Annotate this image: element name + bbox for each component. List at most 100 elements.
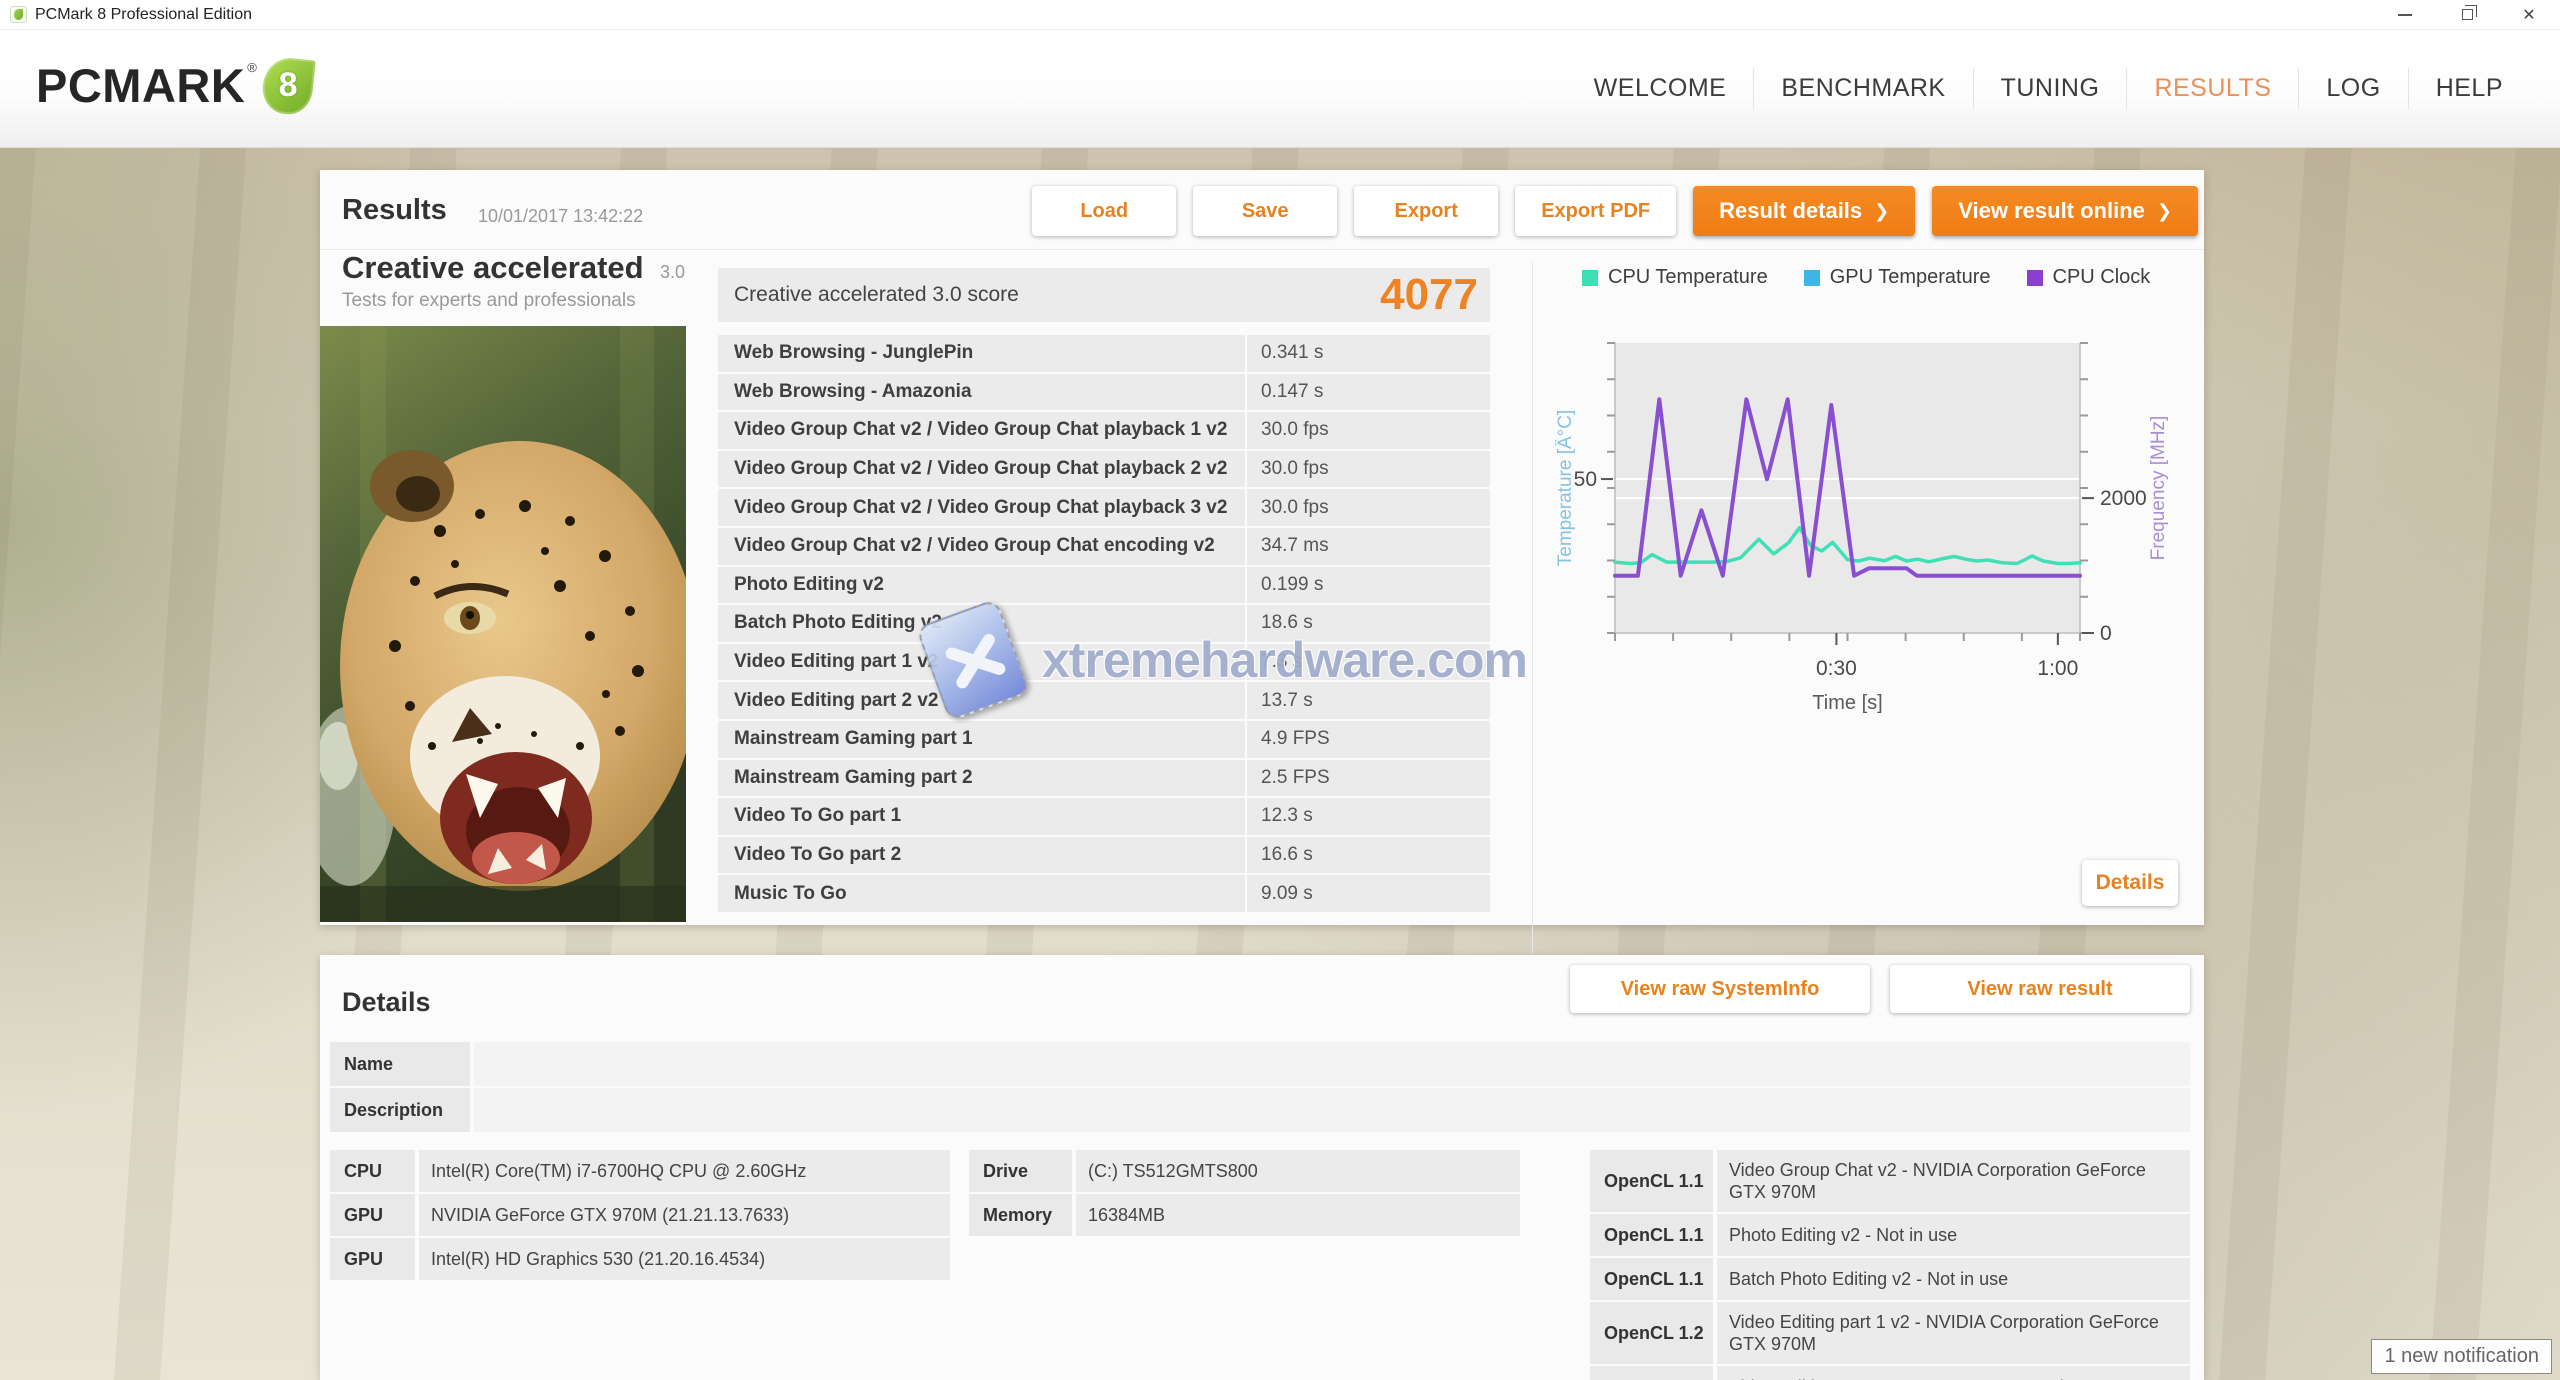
details-title: Details: [342, 987, 431, 1018]
test-row-label: Video Group Chat v2 / Video Group Chat e…: [718, 528, 1245, 565]
score-value: 4077: [1380, 270, 1490, 320]
score-label: Creative accelerated 3.0 score: [718, 283, 1380, 307]
system-info-label: Drive: [969, 1150, 1072, 1192]
nav-item-results[interactable]: RESULTS: [2126, 68, 2298, 109]
system-info-mid: Drive(C:) TS512GMTS800Memory16384MB: [969, 1150, 1520, 1238]
window-titlebar: PCMark 8 Professional Edition ✕: [0, 0, 2560, 30]
test-title-block: Creative accelerated 3.0 Tests for exper…: [342, 250, 685, 312]
logo-number: 8: [263, 66, 313, 105]
chart-details-button[interactable]: Details: [2082, 860, 2178, 906]
nav-item-log[interactable]: LOG: [2298, 68, 2407, 109]
nav-item-welcome[interactable]: WELCOME: [1567, 68, 1754, 109]
raw-buttons: View raw SystemInfo View raw result: [1570, 965, 2190, 1013]
main-nav: WELCOMEBENCHMARKTUNINGRESULTSLOGHELP: [1567, 68, 2530, 109]
legend-swatch-icon: [2027, 270, 2043, 286]
restore-icon: [2462, 9, 2473, 20]
view-result-online-button[interactable]: View result online❯: [1932, 186, 2198, 236]
system-info-left: CPUIntel(R) Core(TM) i7-6700HQ CPU @ 2.6…: [330, 1150, 950, 1282]
system-info-value: Intel(R) Core(TM) i7-6700HQ CPU @ 2.60GH…: [419, 1150, 950, 1192]
pcmark8-results-screen: { "window": { "title": "PCMark 8 Profess…: [0, 0, 2560, 1380]
restore-button[interactable]: [2436, 0, 2498, 29]
score-rows: Web Browsing - JunglePin0.341 sWeb Brows…: [718, 335, 1490, 912]
opencl-label: OpenCL 1.1: [1590, 1150, 1713, 1212]
svg-text:1:00: 1:00: [2037, 657, 2078, 680]
score-header: Creative accelerated 3.0 score 4077: [718, 268, 1490, 322]
system-info-row: GPUNVIDIA GeForce GTX 970M (21.21.13.763…: [330, 1194, 950, 1236]
export-button[interactable]: Export: [1354, 186, 1498, 236]
table-row: Web Browsing - Amazonia0.147 s: [718, 374, 1490, 411]
close-button[interactable]: ✕: [2498, 0, 2560, 29]
window-controls: ✕: [2374, 0, 2560, 29]
test-row-value: 30.0 fps: [1247, 451, 1490, 488]
load-button[interactable]: Load: [1032, 186, 1176, 236]
test-row-value: 30.0 fps: [1247, 412, 1490, 449]
logo-registered-mark: ®: [247, 60, 257, 75]
test-row-label: Mainstream Gaming part 2: [718, 760, 1245, 797]
nav-item-benchmark[interactable]: BENCHMARK: [1753, 68, 1972, 109]
opencl-label: OpenCL 1.2: [1590, 1302, 1713, 1364]
table-row: Video Group Chat v2 / Video Group Chat p…: [718, 451, 1490, 488]
save-button[interactable]: Save: [1193, 186, 1337, 236]
opencl-value: Video Editing part 1 v2 - NVIDIA Corpora…: [1717, 1302, 2190, 1364]
test-row-value: 16.6 s: [1247, 837, 1490, 874]
test-row-value: 12.3 s: [1247, 798, 1490, 835]
svg-text:0:30: 0:30: [1816, 657, 1857, 680]
test-row-value: 2.5 FPS: [1247, 760, 1490, 797]
export-pdf-button[interactable]: Export PDF: [1515, 186, 1676, 236]
table-row: Video Group Chat v2 / Video Group Chat e…: [718, 528, 1490, 565]
view-raw-systeminfo-button[interactable]: View raw SystemInfo: [1570, 965, 1870, 1013]
system-info-row: GPUIntel(R) HD Graphics 530 (21.20.16.45…: [330, 1238, 950, 1280]
test-row-label: Video To Go part 1: [718, 798, 1245, 835]
test-row-value: 34.7 ms: [1247, 528, 1490, 565]
opencl-label: OpenCL 1.1: [1590, 1258, 1713, 1300]
table-row: Video To Go part 216.6 s: [718, 837, 1490, 874]
notification-toast[interactable]: 1 new notification: [2371, 1339, 2552, 1374]
nav-item-tuning[interactable]: TUNING: [1973, 68, 2127, 109]
chevron-right-icon: ❯: [1874, 201, 1889, 222]
test-row-label: Video To Go part 2: [718, 837, 1245, 874]
app-header: PCMARK ® 8 WELCOMEBENCHMARKTUNINGRESULTS…: [0, 30, 2560, 148]
test-row-value: 30.0 fps: [1247, 489, 1490, 526]
opencl-value: Photo Editing v2 - Not in use: [1717, 1214, 2190, 1256]
opencl-row: OpenCL 1.1Video Group Chat v2 - NVIDIA C…: [1590, 1150, 2190, 1212]
minimize-button[interactable]: [2374, 0, 2436, 29]
test-subtitle: Tests for experts and professionals: [342, 290, 685, 312]
system-info-value: 16384MB: [1076, 1194, 1520, 1236]
test-row-label: Web Browsing - JunglePin: [718, 335, 1245, 372]
legend-item-cpu-temperature: CPU Temperature: [1582, 266, 1768, 289]
system-info-row: Memory16384MB: [969, 1194, 1520, 1236]
leopard-image: [320, 326, 686, 922]
legend-swatch-icon: [1582, 270, 1598, 286]
table-row: Music To Go9.09 s: [718, 875, 1490, 912]
opencl-info: OpenCL 1.1Video Group Chat v2 - NVIDIA C…: [1590, 1150, 2190, 1380]
opencl-value: Batch Photo Editing v2 - Not in use: [1717, 1258, 2190, 1300]
field-label: Description: [330, 1088, 470, 1132]
table-row: Mainstream Gaming part 14.9 FPS: [718, 721, 1490, 758]
test-row-label: Batch Photo Editing v2: [718, 605, 1245, 642]
logo-text: PCMARK: [36, 56, 245, 116]
chevron-right-icon: ❯: [2157, 201, 2172, 222]
test-name: Creative accelerated: [342, 250, 644, 285]
test-row-label: Video Group Chat v2 / Video Group Chat p…: [718, 489, 1245, 526]
svg-text:50: 50: [1574, 468, 1597, 491]
minimize-icon: [2398, 14, 2412, 16]
svg-text:0: 0: [2100, 622, 2112, 645]
nav-item-help[interactable]: HELP: [2408, 68, 2530, 109]
opencl-row: Video Editing part 2 v2 - NVIDIA Corpora…: [1590, 1366, 2190, 1380]
field-value: [474, 1088, 2190, 1132]
monitoring-chart: 50200000:301:00Temperature [Â°C]Frequenc…: [1555, 335, 2215, 735]
result-details-button[interactable]: Result details❯: [1693, 186, 1915, 236]
test-row-value: 4.9 FPS: [1247, 721, 1490, 758]
test-row-label: Web Browsing - Amazonia: [718, 374, 1245, 411]
results-timestamp: 10/01/2017 13:42:22: [478, 206, 643, 227]
view-raw-result-button[interactable]: View raw result: [1890, 965, 2190, 1013]
svg-text:2000: 2000: [2100, 487, 2147, 510]
chart-legend: CPU TemperatureGPU TemperatureCPU Clock: [1582, 266, 2150, 289]
table-row: Photo Editing v20.199 s: [718, 567, 1490, 604]
details-panel: Details View raw SystemInfo View raw resu…: [320, 955, 2204, 1380]
field-value: [474, 1042, 2190, 1086]
table-row: Web Browsing - JunglePin0.341 s: [718, 335, 1490, 372]
results-header-row: Results 10/01/2017 13:42:22 LoadSaveExpo…: [320, 170, 2204, 250]
test-row-label: Mainstream Gaming part 1: [718, 721, 1245, 758]
legend-label: CPU Clock: [2053, 266, 2151, 289]
